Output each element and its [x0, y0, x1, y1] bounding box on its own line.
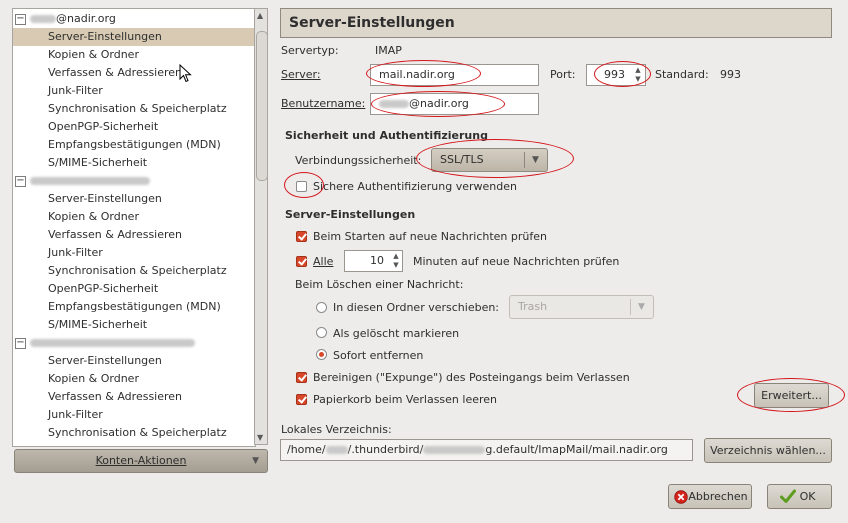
security-heading: Sicherheit und Authentifizierung: [285, 129, 488, 142]
dropdown-arrow-icon: ▼: [252, 456, 259, 466]
tree-item-sync[interactable]: Synchronisation & Speicherplatz: [13, 424, 255, 442]
benutzername-value: @nadir.org: [409, 97, 469, 110]
radio-remove-label: Sofort entfernen: [333, 349, 424, 362]
tree-item-kopien[interactable]: Kopien & Ordner: [13, 208, 255, 226]
tree-item-verfassen[interactable]: Verfassen & Adressieren: [13, 226, 255, 244]
tree-item-server-einstellungen[interactable]: Server-Einstellungen: [13, 352, 255, 370]
blurred-path: [423, 446, 486, 454]
local-dir-label: Lokales Verzeichnis:: [281, 423, 392, 436]
mouse-pointer-icon: [179, 64, 192, 83]
blurred-username: [379, 100, 409, 108]
account-3-row[interactable]: −: [15, 334, 195, 352]
dropdown-arrow-icon: ▼: [638, 302, 645, 312]
blurred-path: [325, 446, 348, 454]
trash-empty-label: Papierkorb beim Verlassen leeren: [313, 393, 498, 406]
tree-item-sync[interactable]: Synchronisation & Speicherplatz: [13, 262, 255, 280]
verbindungssicherheit-value: SSL/TLS: [440, 153, 484, 166]
trash-folder-value: Trash: [518, 300, 548, 313]
start-check-label: Beim Starten auf neue Nachrichten prüfen: [313, 230, 547, 243]
local-dir-input[interactable]: /home/ /.thunderbird/g.default/ImapMail/m…: [280, 439, 693, 461]
expunge-checkbox[interactable]: [296, 372, 307, 383]
trash-folder-select[interactable]: Trash ▼: [509, 295, 654, 319]
benutzername-input[interactable]: @nadir.org: [370, 93, 539, 115]
servertyp-label: Servertyp:: [281, 44, 339, 57]
verzeichnis-waehlen-button[interactable]: Verzeichnis wählen...: [704, 438, 832, 463]
account-tree[interactable]: − @nadir.org Server-Einstellungen Kopien …: [12, 8, 256, 447]
page-title: Server-Einstellungen: [280, 8, 832, 38]
tree-scrollbar[interactable]: ▲ ▼: [254, 8, 268, 445]
scrollbar-thumb[interactable]: [256, 31, 268, 181]
tree-item-sync[interactable]: Synchronisation & Speicherplatz: [13, 100, 255, 118]
tree-item-junk[interactable]: Junk-Filter: [13, 406, 255, 424]
radio-mark-label: Als gelöscht markieren: [333, 327, 460, 340]
tree-item-smime[interactable]: S/MIME-Sicherheit: [13, 316, 255, 334]
path-part: /home/: [287, 443, 326, 456]
tree-item-smime[interactable]: S/MIME-Sicherheit: [13, 154, 255, 172]
konten-aktionen-button[interactable]: Konten-Aktionen ▼: [14, 449, 268, 473]
tree-item-junk[interactable]: Junk-Filter: [13, 82, 255, 100]
path-part: /.thunderbird/: [347, 443, 424, 456]
blurred-account-name: [30, 177, 150, 185]
blurred-account-name: [30, 339, 195, 347]
port-label: Port:: [550, 68, 576, 81]
server-label: Server:: [281, 68, 321, 81]
verbindungssicherheit-label: Verbindungssicherheit:: [295, 154, 422, 167]
cancel-label: Abbrechen: [688, 490, 748, 503]
tree-item-openpgp[interactable]: OpenPGP-Sicherheit: [13, 118, 255, 136]
tree-item-kopien[interactable]: Kopien & Ordner: [13, 46, 255, 64]
tree-item-kopien[interactable]: Kopien & Ordner: [13, 370, 255, 388]
standard-label: Standard:: [655, 68, 709, 81]
collapse-icon[interactable]: −: [15, 13, 26, 25]
server-input[interactable]: mail.nadir.org: [370, 64, 539, 86]
alle-checkbox[interactable]: [296, 256, 307, 267]
tree-item-mdn[interactable]: Empfangsbestätigungen (MDN): [13, 298, 255, 316]
tree-item-server-einstellungen[interactable]: Server-Einstellungen: [13, 190, 255, 208]
radio-move-to-folder[interactable]: [316, 302, 327, 313]
minutes-label: Minuten auf neue Nachrichten prüfen: [413, 255, 620, 268]
path-part: g.default/ImapMail/mail.nadir.org: [485, 443, 668, 456]
start-check-checkbox[interactable]: [296, 231, 307, 242]
verbindungssicherheit-select[interactable]: SSL/TLS ▼: [431, 148, 548, 172]
scroll-up-icon[interactable]: ▲: [257, 11, 263, 20]
radio-move-label: In diesen Ordner verschieben:: [333, 301, 500, 314]
tree-item-server-einstellungen[interactable]: Server-Einstellungen: [13, 28, 255, 46]
sichere-auth-checkbox[interactable]: [296, 181, 307, 192]
sichere-auth-label: Sichere Authentifizierung verwenden: [313, 180, 517, 193]
benutzername-label: Benutzername:: [281, 97, 366, 110]
servertyp-value: IMAP: [375, 44, 402, 57]
account-1-name: @nadir.org: [56, 12, 116, 25]
alle-label: Alle: [313, 255, 334, 268]
dropdown-arrow-icon: ▼: [532, 155, 539, 165]
expunge-label: Bereinigen ("Expunge") des Posteingangs …: [313, 371, 630, 384]
tree-item-verfassen[interactable]: Verfassen & Adressieren: [13, 388, 255, 406]
trash-empty-checkbox[interactable]: [296, 394, 307, 405]
cancel-button[interactable]: Abbrechen: [668, 484, 752, 509]
collapse-icon[interactable]: −: [15, 337, 26, 349]
scroll-down-icon[interactable]: ▼: [257, 433, 263, 442]
erweitert-button[interactable]: Erweitert...: [754, 383, 829, 408]
collapse-icon[interactable]: −: [15, 175, 26, 187]
ok-button[interactable]: OK: [767, 484, 832, 509]
standard-value: 993: [720, 68, 741, 81]
ok-label: OK: [799, 490, 816, 503]
server-settings-heading: Server-Einstellungen: [285, 208, 416, 221]
account-2-row[interactable]: −: [15, 172, 150, 190]
blurred-account-name: [30, 15, 56, 23]
account-1-row[interactable]: − @nadir.org: [15, 10, 116, 28]
radio-remove-immediately[interactable]: [316, 349, 327, 360]
tree-item-verfassen[interactable]: Verfassen & Adressieren: [13, 64, 255, 82]
spin-arrows-icon[interactable]: ▲ ▼: [633, 66, 643, 84]
delete-heading: Beim Löschen einer Nachricht:: [295, 278, 464, 291]
ok-check-icon: [780, 489, 796, 503]
radio-mark-deleted[interactable]: [316, 327, 327, 338]
cancel-icon: [674, 490, 688, 504]
spin-arrows-icon[interactable]: ▲ ▼: [391, 252, 401, 270]
konten-aktionen-label: Konten-Aktionen: [95, 454, 187, 467]
tree-item-mdn[interactable]: Empfangsbestätigungen (MDN): [13, 136, 255, 154]
tree-item-junk[interactable]: Junk-Filter: [13, 244, 255, 262]
tree-item-openpgp[interactable]: OpenPGP-Sicherheit: [13, 280, 255, 298]
